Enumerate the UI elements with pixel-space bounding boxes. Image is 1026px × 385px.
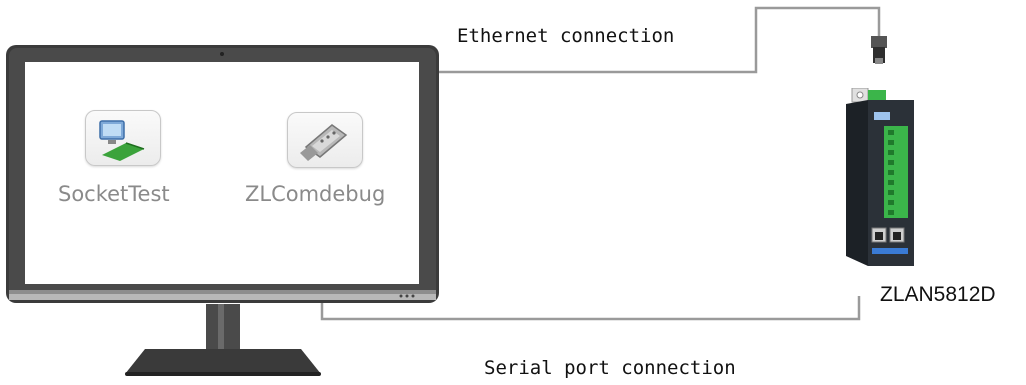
zlcomdebug-app-icon[interactable]	[287, 112, 363, 168]
zlcomdebug-label: ZLComdebug	[245, 182, 386, 206]
monitor	[5, 44, 441, 376]
sockettest-label: SocketTest	[58, 182, 170, 206]
serial-connection-label: Serial port connection	[484, 357, 736, 379]
serial-connector-icon	[300, 124, 348, 161]
sockettest-app-icon[interactable]	[85, 110, 161, 166]
rj45-plug-icon	[871, 36, 887, 64]
network-computer-icon	[99, 120, 145, 161]
device-model-label: ZLAN5812D	[880, 283, 996, 306]
ethernet-connection-label: Ethernet connection	[457, 25, 675, 47]
zlan-device	[838, 87, 918, 268]
